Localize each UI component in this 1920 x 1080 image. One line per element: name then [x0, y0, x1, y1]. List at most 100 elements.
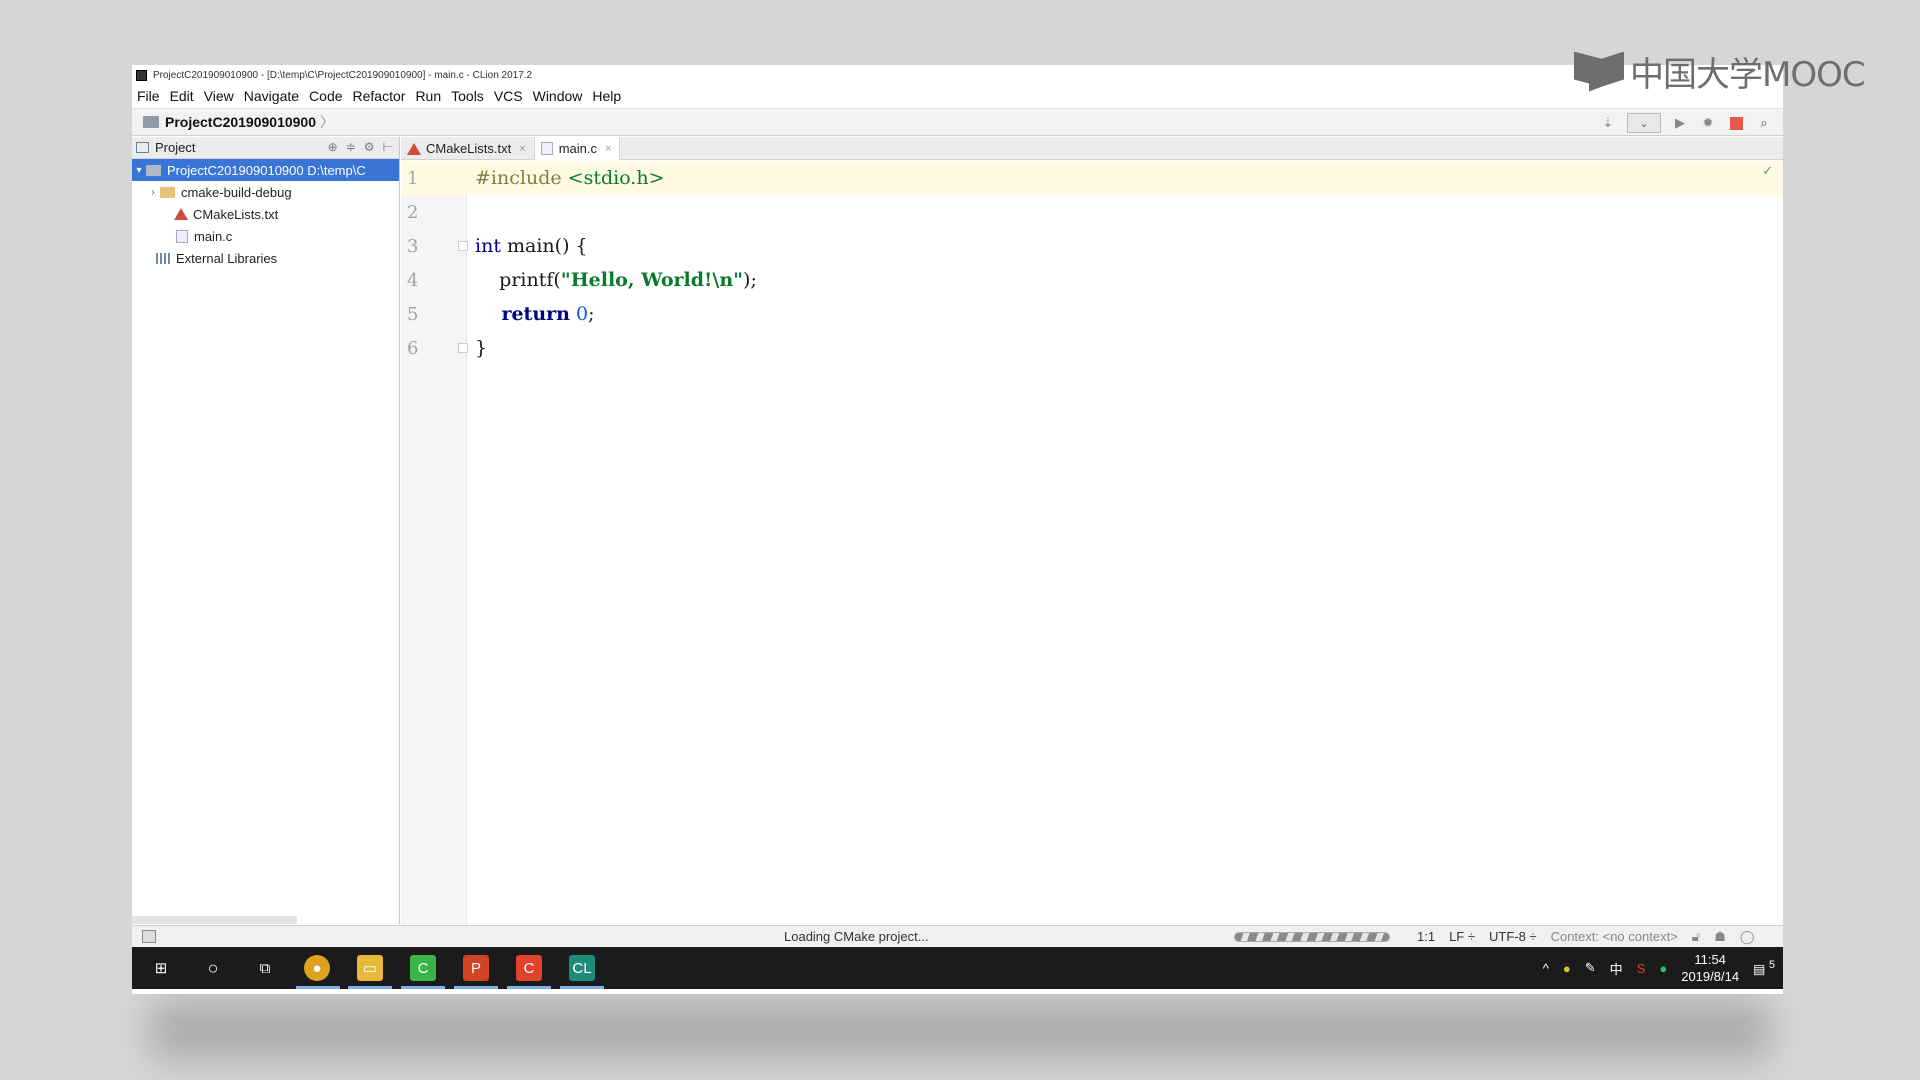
close-icon[interactable]: ×	[605, 143, 611, 155]
lock-icon[interactable]: 🔓︎	[1692, 929, 1700, 945]
window-title: ProjectC201909010900 - [D:\temp\C\Projec…	[153, 69, 533, 81]
tree-item-main-c[interactable]: main.c	[132, 225, 399, 247]
menu-navigate[interactable]: Navigate	[244, 88, 299, 104]
chevron-down-icon[interactable]: ▾	[132, 165, 146, 176]
windows-taskbar: ⊞ ○ ⧉ ● ▭ C P C CL ^ ● ✎ 中 S ● 11:54 201…	[132, 947, 1783, 989]
menu-code[interactable]: Code	[309, 88, 342, 104]
tree-item-label: ProjectC201909010900 D:\temp\C	[167, 162, 366, 178]
c-file-icon	[540, 142, 553, 155]
mooc-watermark-text: 中国大学MOOC	[1630, 55, 1866, 95]
project-panel-title[interactable]: Project	[155, 140, 195, 155]
system-tray: ^ ● ✎ 中 S ● 11:54 2019/8/14 ▤ 5	[1543, 947, 1775, 989]
notification-count: 5	[1768, 958, 1775, 971]
menu-file[interactable]: File	[137, 88, 160, 104]
clion-green-icon[interactable]: C	[410, 955, 436, 981]
keyword-token: return	[475, 303, 570, 325]
pen-icon[interactable]: ✎	[1585, 960, 1596, 976]
line-number: 5	[407, 303, 419, 325]
tree-item-project-root[interactable]: ▾ ProjectC201909010900 D:\temp\C	[132, 159, 399, 181]
chrome-icon[interactable]: ●	[304, 955, 330, 981]
run-config-dropdown[interactable]: ⌄	[1627, 113, 1661, 133]
locate-icon[interactable]: ⊕	[328, 140, 338, 154]
code-line[interactable]: 1 #include <stdio.h>	[401, 161, 1783, 195]
task-view-icon[interactable]: ⧉	[252, 955, 278, 981]
code-token: main() {	[500, 235, 588, 257]
menu-vcs[interactable]: VCS	[494, 88, 523, 104]
hide-panel-icon[interactable]: ⊢	[383, 140, 393, 154]
menu-refactor[interactable]: Refactor	[353, 88, 406, 104]
file-explorer-icon[interactable]: ▭	[357, 955, 383, 981]
build-icon[interactable]: ⇣	[1599, 114, 1617, 132]
menu-help[interactable]: Help	[592, 88, 621, 104]
menu-view[interactable]: View	[204, 88, 234, 104]
gear-icon[interactable]: ⚙	[364, 140, 375, 154]
cortana-icon[interactable]: ○	[200, 955, 226, 981]
line-number: 2	[407, 201, 419, 223]
menu-window[interactable]: Window	[533, 88, 583, 104]
library-icon	[156, 252, 170, 264]
horizontal-scrollbar[interactable]	[132, 916, 297, 924]
active-indicator	[401, 986, 445, 989]
inspector-icon[interactable]: ☗	[1714, 929, 1726, 945]
windows-start-icon[interactable]: ⊞	[148, 955, 174, 981]
fold-marker-icon[interactable]	[458, 343, 468, 353]
tree-item-label: main.c	[194, 228, 233, 244]
menu-edit[interactable]: Edit	[170, 88, 194, 104]
clion-app-icon	[136, 69, 147, 81]
ime-indicator[interactable]: 中	[1610, 959, 1623, 978]
menu-tools[interactable]: Tools	[451, 88, 484, 104]
chevron-up-icon[interactable]: ^	[1543, 961, 1549, 976]
security-icon[interactable]: ●	[1659, 961, 1667, 976]
powerpoint-icon[interactable]: P	[463, 955, 489, 981]
context-indicator[interactable]: Context: <no context>	[1551, 929, 1678, 945]
tab-label: main.c	[558, 141, 597, 156]
tool-windows-icon[interactable]	[142, 930, 156, 943]
line-separator[interactable]: LF ÷	[1449, 929, 1475, 945]
stop-icon[interactable]	[1727, 114, 1745, 132]
tree-item-external-libraries[interactable]: External Libraries	[132, 247, 399, 269]
code-line[interactable]: 6 }	[401, 331, 1783, 365]
chevron-right-icon[interactable]: ›	[146, 187, 160, 198]
tab-main-c[interactable]: main.c ×	[534, 137, 621, 160]
breadcrumb-project[interactable]: ProjectC201909010900	[165, 114, 316, 130]
project-panel-header: Project ⊕ ≑ ⚙ ⊢	[132, 137, 399, 159]
notification-icon[interactable]: ▤ 5	[1753, 959, 1775, 977]
c-app-icon[interactable]: C	[516, 955, 542, 981]
network-icon[interactable]: ●	[1563, 961, 1571, 976]
code-editor[interactable]: 1 #include <stdio.h> 2 3 int main() { 4 …	[401, 161, 1783, 924]
event-log-icon[interactable]: ◯	[1740, 929, 1755, 945]
fold-marker-icon[interactable]	[458, 241, 468, 251]
status-message: Loading CMake project...	[784, 929, 929, 944]
line-number: 1	[407, 167, 419, 189]
close-icon[interactable]: ×	[519, 143, 525, 155]
code-line[interactable]: 2	[401, 195, 1783, 229]
sogou-icon[interactable]: S	[1637, 961, 1646, 976]
code-line[interactable]: 5 return 0;	[401, 297, 1783, 331]
clock-date: 2019/8/14	[1681, 969, 1740, 984]
debug-icon[interactable]: ✹	[1699, 114, 1717, 132]
navigation-bar: ProjectC201909010900 〉 ⇣ ⌄ ▶ ✹ ⌕	[132, 108, 1783, 136]
tab-cmakelists[interactable]: CMakeLists.txt ×	[401, 137, 535, 160]
search-icon[interactable]: ⌕	[1755, 114, 1773, 132]
tree-item-cmake-build-debug[interactable]: › cmake-build-debug	[132, 181, 399, 203]
keyword-token: int	[475, 235, 501, 257]
clion-icon[interactable]: CL	[569, 955, 595, 981]
file-encoding[interactable]: UTF-8 ÷	[1489, 929, 1537, 945]
code-line[interactable]: 4 printf("Hello, World!\n");	[401, 263, 1783, 297]
clion-window: ProjectC201909010900 - [D:\temp\C\Projec…	[132, 65, 1783, 994]
string-token: "Hello, World!\n"	[560, 269, 744, 291]
menu-run[interactable]: Run	[415, 88, 441, 104]
code-line[interactable]: 3 int main() {	[401, 229, 1783, 263]
folder-icon	[146, 164, 161, 176]
tree-item-cmakelists[interactable]: CMakeLists.txt	[132, 203, 399, 225]
collapse-all-icon[interactable]: ≑	[346, 140, 356, 154]
tab-label: CMakeLists.txt	[426, 141, 512, 156]
run-icon[interactable]: ▶	[1671, 114, 1689, 132]
progress-bar	[1234, 932, 1390, 942]
system-clock[interactable]: 11:54 2019/8/14	[1681, 951, 1739, 985]
active-indicator	[454, 986, 498, 989]
header-token: <stdio.h>	[561, 167, 665, 189]
caret-position[interactable]: 1:1	[1417, 929, 1435, 945]
line-number: 4	[407, 269, 419, 291]
folder-icon	[160, 186, 175, 198]
